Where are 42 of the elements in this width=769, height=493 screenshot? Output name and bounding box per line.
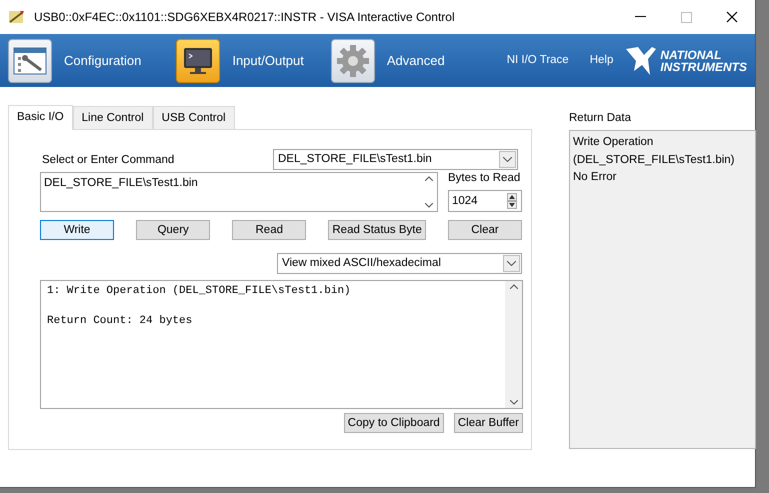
command-text-field[interactable]: DEL_STORE_FILE\sTest1.bin — [40, 172, 438, 212]
output-line: Return Count: 24 bytes — [47, 314, 194, 329]
buffer-button[interactable]: Clear Buffer — [454, 413, 523, 433]
spin-arrows-icon[interactable] — [507, 193, 517, 210]
view-mode-dropdown[interactable]: View mixed ASCII/hexadecimal — [277, 253, 522, 274]
action-button[interactable]: Write — [40, 220, 114, 240]
action-button[interactable]: Read — [232, 220, 306, 240]
logo-text: INSTRUMENTS — [660, 60, 747, 72]
toolbar-button[interactable]: Configuration — [8, 38, 142, 82]
command-label: Select or Enter Command — [42, 152, 176, 168]
action-button[interactable]: Query — [136, 220, 210, 240]
app-icon — [8, 9, 26, 25]
return-data-line: (DEL_STORE_FILE\sTest1.bin) — [573, 152, 736, 168]
tab[interactable]: Line Control — [72, 106, 153, 129]
logo-text: NATIONAL — [660, 48, 722, 60]
action-button[interactable]: Read Status Byte — [328, 220, 426, 240]
toolbar-button[interactable]: Advanced — [330, 38, 445, 82]
output-line: 1: Write Operation (DEL_STORE_FILE\sTest1.bin) — [47, 284, 352, 299]
return-data-label: Return Data — [569, 111, 632, 126]
return-data-line: Write Operation — [573, 135, 654, 150]
toolbar-link[interactable]: Help — [590, 52, 614, 70]
gear-icon — [336, 44, 370, 78]
scroll-up-icon[interactable] — [510, 284, 518, 289]
window-title: USB0::0xF4EC::0x1101::SDG6XEBX4R0217::INSTR - VISA Interactive Control — [34, 9, 455, 26]
command-dropdown[interactable]: DEL_STORE_FILE\sTest1.bin — [273, 149, 518, 170]
scroll-up-icon[interactable] — [424, 176, 432, 181]
monitor-icon — [182, 46, 214, 76]
bytes-to-read-spinner[interactable]: 1024 — [448, 190, 522, 212]
tab[interactable]: USB Control — [152, 106, 235, 129]
chevron-icon — [507, 261, 516, 266]
toolbar-button[interactable]: Input/Output — [176, 38, 304, 82]
return-data-line: No Error — [573, 170, 618, 185]
chevron-icon — [503, 157, 512, 162]
tab[interactable]: Basic I/O — [8, 105, 73, 130]
eagle-logo-icon — [624, 44, 658, 76]
buffer-button[interactable]: Copy to Clipboard — [344, 413, 444, 433]
window-wrench-icon — [13, 46, 47, 76]
toolbar-link[interactable]: NI I/O Trace — [506, 52, 569, 70]
scroll-down-icon[interactable] — [510, 400, 518, 405]
action-button[interactable]: Clear — [448, 220, 522, 240]
scroll-down-icon[interactable] — [424, 203, 432, 208]
bytes-to-read-label: Bytes to Read — [448, 171, 522, 186]
